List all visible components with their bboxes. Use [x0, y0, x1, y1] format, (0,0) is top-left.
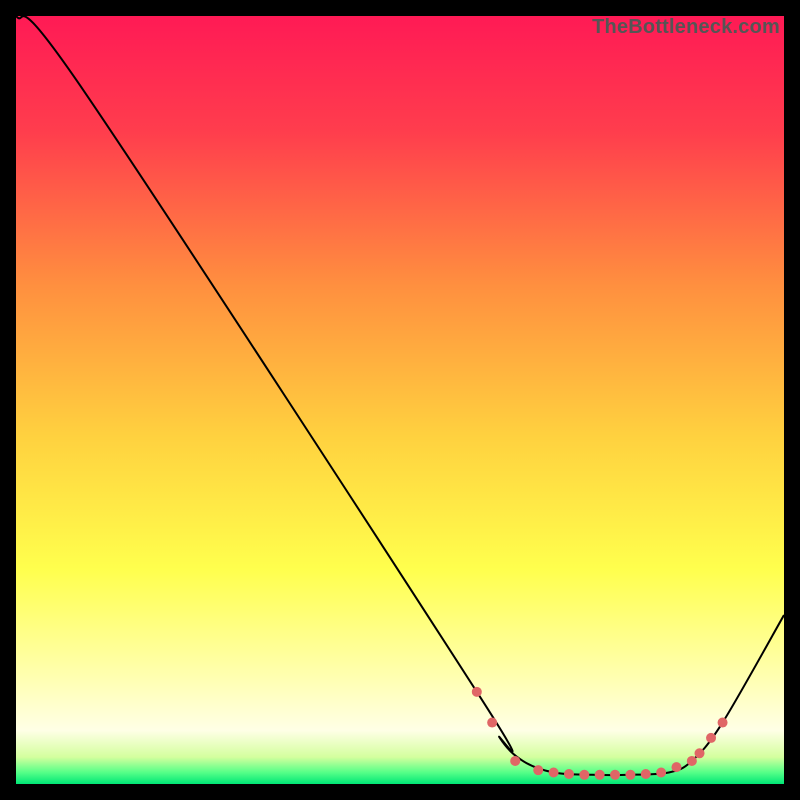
watermark-text: TheBottleneck.com: [592, 16, 780, 39]
highlight-point: [706, 733, 716, 743]
highlight-point: [564, 769, 574, 779]
plot-area: TheBottleneck.com: [16, 16, 784, 784]
highlight-point: [625, 770, 635, 780]
highlight-point: [510, 756, 520, 766]
highlight-point: [718, 718, 728, 728]
highlight-point: [533, 765, 543, 775]
highlight-point: [595, 770, 605, 780]
highlight-point: [472, 687, 482, 697]
highlight-point: [610, 770, 620, 780]
highlight-point: [549, 767, 559, 777]
highlight-point: [695, 748, 705, 758]
highlight-point: [579, 770, 589, 780]
highlight-point: [687, 756, 697, 766]
highlight-point: [641, 769, 651, 779]
highlight-point: [671, 762, 681, 772]
chart-svg: [16, 16, 784, 784]
gradient-background: [16, 16, 784, 784]
chart-stage: TheBottleneck.com: [0, 0, 800, 800]
highlight-point: [656, 767, 666, 777]
highlight-point: [487, 718, 497, 728]
